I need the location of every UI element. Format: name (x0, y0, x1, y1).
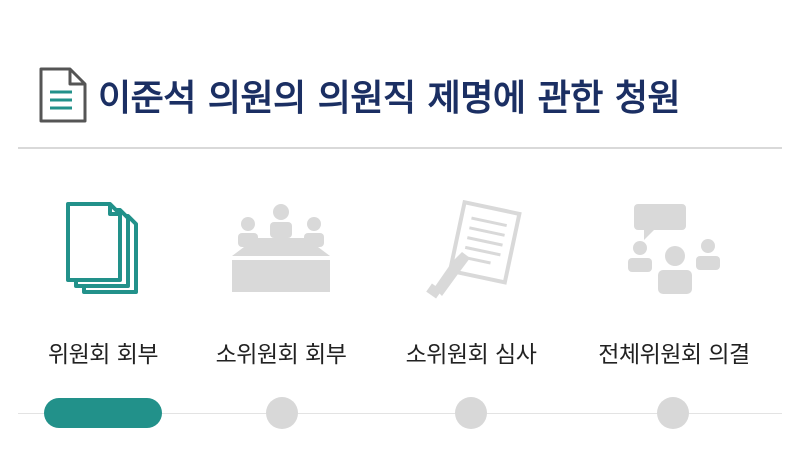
progress-dot-step-3 (455, 397, 487, 429)
step-label-subcommittee-referral: 소위원회 회부 (215, 342, 347, 368)
step-label-subcommittee-review: 소위원회 심사 (405, 342, 537, 368)
review-document-icon (426, 200, 522, 299)
page-title: 이준석 의원의 의원직 제명에 관한 청원 (98, 78, 681, 119)
document-stack-icon (66, 202, 138, 294)
plenary-discussion-icon (628, 204, 720, 294)
step-label-committee-referral: 위원회 회부 (47, 342, 159, 368)
page-header: 이준석 의원의 의원직 제명에 관한 청원 (38, 66, 681, 124)
meeting-table-icon (232, 204, 330, 292)
document-icon (39, 67, 87, 123)
progress-dot-step-4 (657, 397, 689, 429)
progress-dot-step-2 (266, 397, 298, 429)
header-divider (18, 147, 782, 149)
step-label-plenary-resolution: 전체위원회 의결 (598, 342, 750, 368)
progress-active-marker (44, 398, 162, 428)
